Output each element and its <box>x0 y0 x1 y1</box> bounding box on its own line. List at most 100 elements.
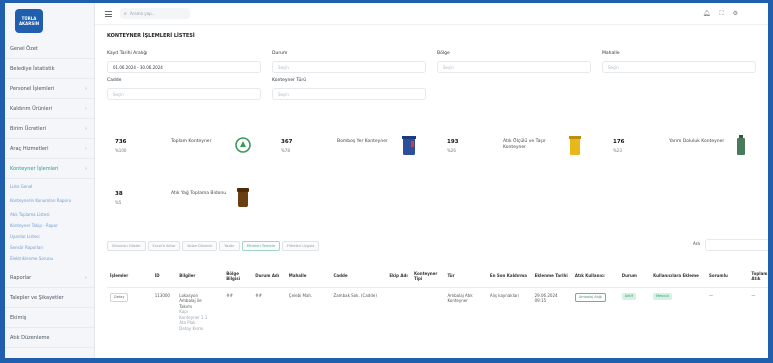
table-cell: Ambalaj Atığı <box>572 287 619 331</box>
table-cell: Detay <box>107 287 152 331</box>
row-added-date: 29.06.2024 09:15 <box>534 292 558 304</box>
sidebar-item[interactable]: Birim Ücretleri › <box>5 119 94 139</box>
chevron-right-icon: › <box>85 85 87 92</box>
table-tool-button[interactable]: Filtreleri Uygula <box>281 241 320 251</box>
column-header[interactable]: Konteyner Tipi <box>410 265 445 288</box>
column-header[interactable]: Mahalle <box>285 265 331 288</box>
stat-count: 38 <box>115 191 123 197</box>
sidebar-item[interactable]: Personel İşlemleri › <box>5 79 94 99</box>
stat-label: Yarım Doluluk Konteyner <box>669 139 725 144</box>
filter-label: Durum <box>272 51 288 56</box>
filter-select[interactable]: Seçin <box>437 61 591 73</box>
sidebar-subitem[interactable]: Konteynerin Konumları Raporu <box>5 192 94 209</box>
notification-bell-icon[interactable]: 🔔︎ <box>703 10 711 18</box>
sidebar-subitem[interactable]: Elektriklenme Sorunu <box>5 253 94 264</box>
table-tool-button[interactable]: Kolon Düzenle <box>182 241 218 251</box>
stat-count: 193 <box>447 139 459 145</box>
stat-percent: %26 <box>447 148 456 153</box>
table-cell: 113000 <box>152 287 177 331</box>
column-header[interactable]: Bölge Bilgisi <box>223 265 253 288</box>
table-tool-button[interactable]: Sütunları Göster <box>107 241 146 251</box>
sidebar-item-label: Araç Hizmetleri <box>10 145 49 152</box>
yellow-bin-icon <box>567 133 583 157</box>
sidebar-subitem[interactable]: Liste Genel <box>5 181 94 192</box>
app-window: TÜRLA AKARSIN Genel Özet Belediye İstatis… <box>5 3 768 358</box>
column-header[interactable]: Atık Kullanıcı <box>571 265 619 288</box>
column-header[interactable]: Cadde <box>330 265 387 288</box>
filter-select[interactable]: Seçin <box>272 88 426 100</box>
filter-field: Konteyner Türü Seçin <box>272 78 426 100</box>
settings-gear-icon[interactable]: ⚙ <box>733 10 738 18</box>
row-id: 113000 <box>154 292 170 298</box>
table-cell: Ambalaj Atık Konteyner <box>444 287 486 331</box>
fullscreen-icon[interactable]: ⛶ <box>719 10 723 18</box>
table-cell <box>411 287 445 331</box>
green-bin-icon <box>733 133 749 157</box>
filter-select[interactable]: Seçin <box>272 61 426 73</box>
sidebar-subitem[interactable]: Konteyner Takip - Rapor <box>5 220 94 231</box>
table-row[interactable]: Detay 113000 Lokasyon Ambalaj ile Takımı Kapı… <box>107 287 768 331</box>
row-detail-button[interactable]: Detay <box>110 292 129 302</box>
column-header[interactable]: ID <box>151 265 177 288</box>
table-cell: Lokasyon Ambalaj ile Takımı Kapı Konteyner 1… <box>176 287 223 331</box>
chevron-right-icon: › <box>85 165 87 172</box>
top-bar: ⌕ Arama yap... 🔔︎ ⛶ ⚙ <box>95 3 768 25</box>
table-tool-button[interactable]: Yazdır <box>219 241 240 251</box>
logo-area[interactable]: TÜRLA AKARSIN <box>5 3 94 39</box>
chevron-right-icon: › <box>85 145 87 152</box>
sidebar-item[interactable]: Genel Özet <box>5 39 94 59</box>
table-tool-button[interactable]: Excel'e Aktar <box>147 241 181 251</box>
sidebar-subitem[interactable]: Uyarılar Listesi <box>5 231 94 242</box>
filter-select[interactable]: 01.06.2024 - 30.06.2024 <box>107 61 261 73</box>
table-search-input[interactable] <box>705 239 768 251</box>
stat-percent: %78 <box>281 148 290 153</box>
sidebar-nav-bottom: Raporlar › Talepler ve Şikayetler Ekimiş Atı… <box>5 268 94 348</box>
stat-card: 38 %5 Atık Yağ Toplama Bidonu <box>107 181 267 225</box>
hamburger-menu-icon[interactable] <box>105 10 112 17</box>
column-header[interactable]: Kullanıcılara Ekleme <box>650 265 706 288</box>
sidebar-item-label: Atık Düzenleme <box>10 334 50 341</box>
row-region: ## <box>226 292 233 298</box>
filter-select[interactable]: Seçin <box>602 61 756 73</box>
column-header[interactable]: Eklenme Tarihi <box>531 265 572 288</box>
sidebar-item[interactable]: Raporlar › <box>5 268 94 288</box>
column-header[interactable]: İşlemler <box>107 265 152 288</box>
filter-select[interactable]: Seçin <box>107 88 261 100</box>
search-box[interactable]: ⌕ Arama yap... <box>120 8 190 19</box>
filter-field: Durum Seçin <box>272 51 426 73</box>
table-cell: Alış kaynakları <box>487 287 532 331</box>
sidebar-subitem[interactable]: Atık Toplama Listesi <box>5 209 94 220</box>
search-input[interactable]: Arama yap... <box>130 11 156 16</box>
sidebar-subitem[interactable]: Sensör Raporları <box>5 242 94 253</box>
stat-card: 176 %23 Yarım Doluluk Konteyner <box>605 129 765 173</box>
table-cell: ## <box>223 287 252 331</box>
table-tool-button[interactable]: Filtreleri Temizle <box>241 241 280 251</box>
column-header[interactable]: Tür <box>444 265 487 288</box>
table-cell: — <box>706 287 748 331</box>
stat-label: Atık Yağ Toplama Bidonu <box>171 191 227 196</box>
column-header[interactable]: Ekip Adı <box>386 265 411 288</box>
filter-field: Bölge Seçin <box>437 51 591 73</box>
sidebar-item[interactable]: Ekimiş <box>5 308 94 328</box>
column-header[interactable]: Durum <box>618 265 651 288</box>
sidebar-item[interactable]: Konteyner İşlemleri › <box>5 159 94 179</box>
sidebar-item[interactable]: Atık Düzenleme <box>5 328 94 348</box>
stat-card: 193 %26 Atık Ölçülü ve Taşır Konteyner <box>439 129 599 173</box>
table-search-label: Ara <box>693 241 700 246</box>
column-header[interactable]: Durum Adı <box>252 265 286 288</box>
column-header[interactable]: Sorumlu <box>705 265 749 288</box>
chevron-right-icon: › <box>85 274 87 281</box>
row-kind: Ambalaj Atık Konteyner <box>447 292 473 304</box>
column-header[interactable]: Bilgiler <box>176 265 224 288</box>
sidebar-item[interactable]: Kaldırım Ürünleri › <box>5 99 94 119</box>
app-logo[interactable]: TÜRLA AKARSIN <box>15 9 43 33</box>
logo-text-2: AKARSIN <box>18 21 40 26</box>
sidebar-item-label: Genel Özet <box>10 45 38 52</box>
sidebar-item-label: Kaldırım Ürünleri <box>10 105 53 112</box>
sidebar-item[interactable]: Belediye İstatistik <box>5 59 94 79</box>
search-icon: ⌕ <box>124 10 127 17</box>
sidebar-item[interactable]: Araç Hizmetleri › <box>5 139 94 159</box>
sidebar-item[interactable]: Talepler ve Şikayetler <box>5 288 94 308</box>
column-header[interactable]: En Son Kaldırma <box>486 265 532 288</box>
column-header[interactable]: Toplam Atık <box>748 265 768 288</box>
